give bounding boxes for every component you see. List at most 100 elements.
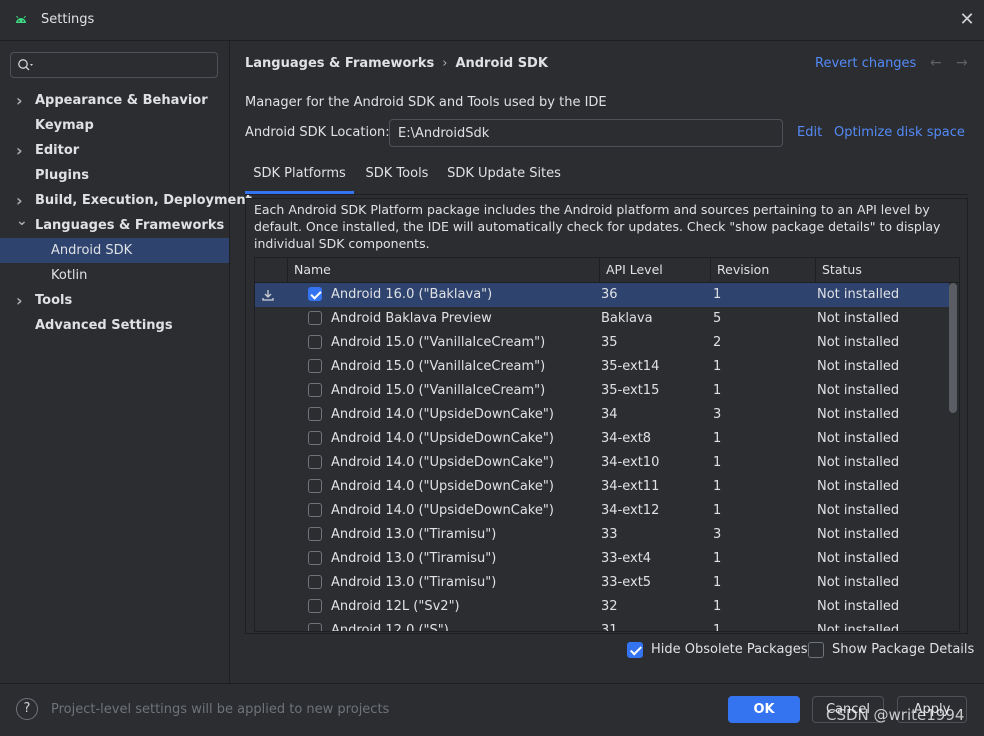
table-row[interactable]: Android 15.0 ("VanillaIceCream") 35 2 Not i… <box>255 331 949 355</box>
scrollbar[interactable] <box>949 283 957 413</box>
row-checkbox[interactable] <box>308 383 322 397</box>
cell-status: Not installed <box>817 383 900 398</box>
tab-sdk-tools[interactable]: SDK Tools <box>356 158 438 194</box>
row-checkbox[interactable] <box>308 431 322 445</box>
table-row[interactable]: Android 15.0 ("VanillaIceCream") 35-ext14… <box>255 355 949 379</box>
cell-api-level: 34-ext12 <box>601 503 660 518</box>
chevron-right-icon[interactable]: › <box>16 288 23 313</box>
tab-sdk-platforms[interactable]: SDK Platforms <box>245 158 354 194</box>
table-row[interactable]: Android 15.0 ("VanillaIceCream") 35-ext15… <box>255 379 949 403</box>
sidebar-item-advanced-settings[interactable]: Advanced Settings <box>0 313 229 338</box>
cell-api-level: 33 <box>601 527 618 542</box>
apply-button[interactable]: Apply <box>897 696 967 723</box>
edit-link[interactable]: Edit <box>797 125 822 140</box>
row-checkbox[interactable] <box>308 407 322 421</box>
cell-name: Android 13.0 ("Tiramisu") <box>331 551 497 566</box>
table-row[interactable]: Android 12.0 ("S") 31 1 Not installed <box>255 619 949 632</box>
cell-api-level: 35-ext15 <box>601 383 660 398</box>
table-row[interactable]: Android 13.0 ("Tiramisu") 33-ext5 1 Not ins… <box>255 571 949 595</box>
row-checkbox[interactable] <box>308 479 322 493</box>
cell-status: Not installed <box>817 623 900 632</box>
row-checkbox[interactable] <box>308 287 322 301</box>
help-icon[interactable]: ? <box>16 698 38 720</box>
arrow-right-icon[interactable]: → <box>956 55 968 71</box>
sidebar-item-label: Tools <box>35 293 73 308</box>
table-row[interactable]: Android 14.0 ("UpsideDownCake") 34-ext12 1… <box>255 499 949 523</box>
table-row[interactable]: Android 14.0 ("UpsideDownCake") 34-ext10 1… <box>255 451 949 475</box>
column-header-name[interactable]: Name <box>287 258 599 282</box>
table-row[interactable]: Android 13.0 ("Tiramisu") 33 3 Not installe… <box>255 523 949 547</box>
column-header-revision[interactable]: Revision <box>710 258 815 282</box>
row-checkbox[interactable] <box>308 575 322 589</box>
row-checkbox[interactable] <box>308 599 322 613</box>
cell-api-level: 34 <box>601 407 618 422</box>
column-header-api-level[interactable]: API Level <box>599 258 710 282</box>
cell-status: Not installed <box>817 599 900 614</box>
cell-revision: 1 <box>713 359 722 374</box>
table-row[interactable]: Android 14.0 ("UpsideDownCake") 34-ext11 1… <box>255 475 949 499</box>
sidebar-item-android-sdk[interactable]: Android SDK <box>0 238 229 263</box>
cell-status: Not installed <box>817 431 900 446</box>
table-row[interactable]: Android 14.0 ("UpsideDownCake") 34-ext8 1 N… <box>255 427 949 451</box>
table-row[interactable]: Android 14.0 ("UpsideDownCake") 34 3 Not in… <box>255 403 949 427</box>
sidebar-item-languages-frameworks[interactable]: ⌄ Languages & Frameworks <box>0 213 229 238</box>
sidebar-item-label: Appearance & Behavior <box>35 93 208 108</box>
cell-api-level: Baklava <box>601 311 653 326</box>
row-checkbox[interactable] <box>308 311 322 325</box>
window-title: Settings <box>41 12 95 27</box>
row-checkbox[interactable] <box>308 623 322 631</box>
cell-status: Not installed <box>817 359 900 374</box>
row-checkbox[interactable] <box>308 359 322 373</box>
sidebar-item-kotlin[interactable]: Kotlin <box>0 263 229 288</box>
sidebar: › Appearance & Behavior Keymap › Editor Plugi… <box>0 41 252 683</box>
cell-status: Not installed <box>817 575 900 590</box>
cell-revision: 1 <box>713 287 722 302</box>
sidebar-item-plugins[interactable]: Plugins <box>0 163 229 188</box>
optimize-disk-space-link[interactable]: Optimize disk space <box>834 125 965 140</box>
hide-obsolete-label: Hide Obsolete Packages <box>651 642 808 657</box>
row-checkbox[interactable] <box>308 455 322 469</box>
hide-obsolete-checkbox[interactable] <box>627 642 643 658</box>
sidebar-item-editor[interactable]: › Editor <box>0 138 229 163</box>
breadcrumb-current: Android SDK <box>455 56 548 71</box>
breadcrumb-parent[interactable]: Languages & Frameworks <box>245 56 434 71</box>
chevron-right-icon[interactable]: › <box>16 88 23 113</box>
table-row[interactable]: Android 13.0 ("Tiramisu") 33-ext4 1 Not ins… <box>255 547 949 571</box>
cancel-button[interactable]: Cancel <box>812 696 884 723</box>
table-row[interactable]: Android 16.0 ("Baklava") 36 1 Not installed <box>255 283 949 307</box>
chevron-down-icon[interactable]: ⌄ <box>16 209 28 234</box>
cell-name: Android 15.0 ("VanillaIceCream") <box>331 335 546 350</box>
show-details-checkbox[interactable] <box>808 642 824 658</box>
tab-bar: SDK Platforms SDK Tools SDK Update Sites <box>245 158 968 195</box>
arrow-left-icon[interactable]: ← <box>930 55 942 71</box>
column-header-status[interactable]: Status <box>815 258 959 282</box>
cell-name: Android Baklava Preview <box>331 311 492 326</box>
table-row[interactable]: Android Baklava Preview Baklava 5 Not insta… <box>255 307 949 331</box>
cell-status: Not installed <box>817 407 900 422</box>
sidebar-item-keymap[interactable]: Keymap <box>0 113 229 138</box>
cell-status: Not installed <box>817 311 900 326</box>
cell-name: Android 15.0 ("VanillaIceCream") <box>331 359 546 374</box>
ok-button[interactable]: OK <box>728 696 800 723</box>
table-row[interactable]: Android 12L ("Sv2") 32 1 Not installed <box>255 595 949 619</box>
cell-api-level: 33-ext5 <box>601 575 652 590</box>
row-checkbox[interactable] <box>308 503 322 517</box>
sidebar-item-tools[interactable]: › Tools <box>0 288 229 313</box>
chevron-right-icon[interactable]: › <box>16 138 23 163</box>
sidebar-item-appearance-behavior[interactable]: › Appearance & Behavior <box>0 88 229 113</box>
row-checkbox[interactable] <box>308 335 322 349</box>
close-icon[interactable]: ✕ <box>956 9 978 31</box>
cell-name: Android 13.0 ("Tiramisu") <box>331 527 497 542</box>
search-box[interactable] <box>10 52 218 78</box>
sidebar-item-build-execution-deployment[interactable]: › Build, Execution, Deployment <box>0 188 252 213</box>
title-bar: Settings ✕ <box>0 0 984 40</box>
sidebar-item-label: Android SDK <box>51 243 133 258</box>
row-checkbox[interactable] <box>308 551 322 565</box>
sdk-location-input[interactable] <box>389 119 783 147</box>
search-input[interactable] <box>41 56 215 76</box>
revert-changes-link[interactable]: Revert changes <box>815 56 916 71</box>
cell-name: Android 14.0 ("UpsideDownCake") <box>331 455 554 470</box>
row-checkbox[interactable] <box>308 527 322 541</box>
tab-sdk-update-sites[interactable]: SDK Update Sites <box>442 158 566 194</box>
cell-status: Not installed <box>817 551 900 566</box>
